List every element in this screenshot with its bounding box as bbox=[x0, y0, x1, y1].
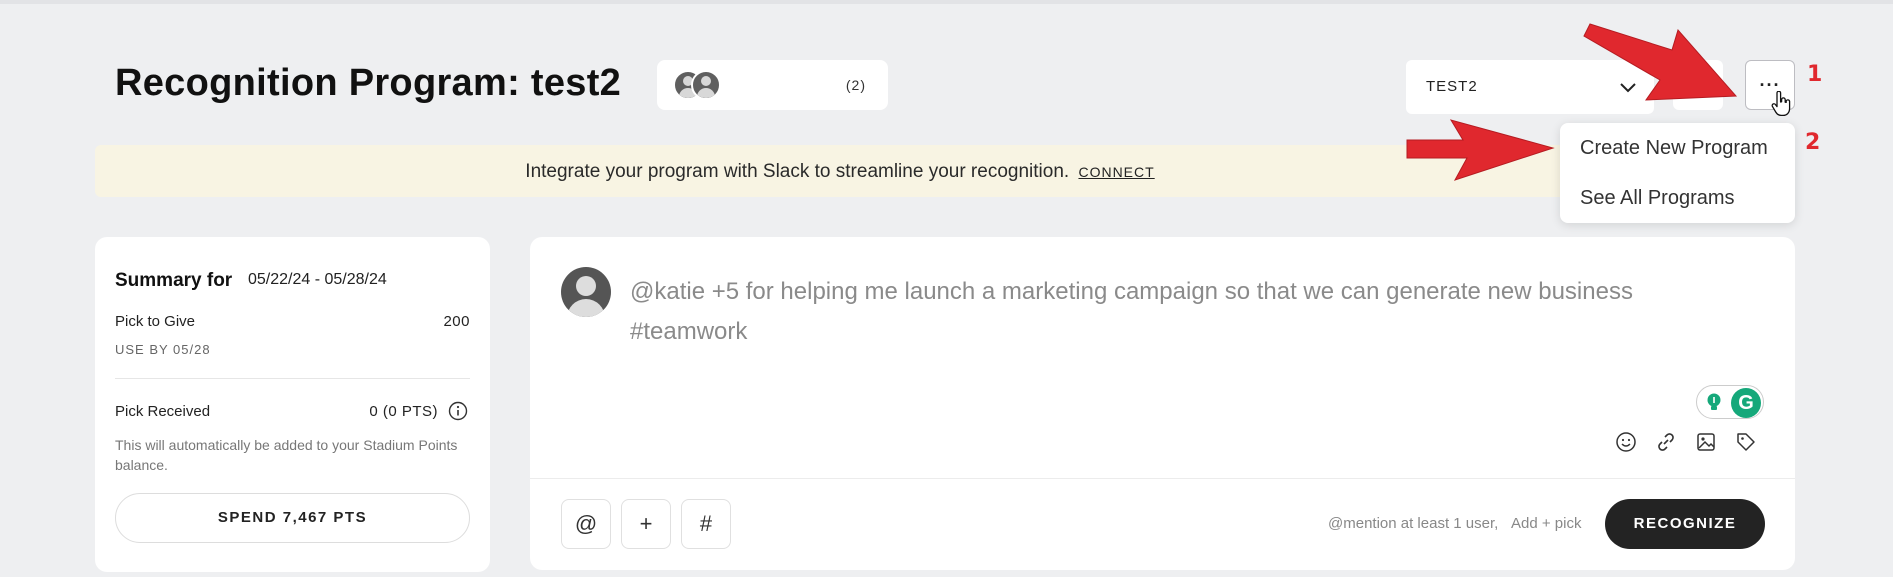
tag-icon[interactable] bbox=[1733, 429, 1759, 455]
annotation-arrow-1 bbox=[1583, 23, 1738, 101]
emoji-icon[interactable] bbox=[1613, 429, 1639, 455]
summary-date-range: 05/22/24 - 05/28/24 bbox=[248, 271, 387, 288]
spend-points-button[interactable]: SPEND 7,467 PTS bbox=[115, 493, 470, 543]
image-icon[interactable] bbox=[1693, 429, 1719, 455]
connect-link[interactable]: CONNECT bbox=[1078, 164, 1154, 180]
hand-cursor-icon bbox=[1771, 91, 1791, 117]
hashtag-button[interactable]: # bbox=[681, 499, 731, 549]
summary-card: Summary for 05/22/24 - 05/28/24 Pick to … bbox=[95, 237, 490, 572]
annotation-number-1: 1 bbox=[1807, 62, 1823, 87]
grammarly-widget[interactable]: G bbox=[1696, 385, 1764, 419]
top-border bbox=[0, 0, 1893, 4]
banner-message: Integrate your program with Slack to str… bbox=[525, 161, 1070, 182]
give-label: Pick to Give bbox=[115, 313, 196, 330]
page-title: Recognition Program: test2 bbox=[115, 62, 622, 104]
compose-input[interactable]: @katie +5 for helping me launch a market… bbox=[630, 272, 1750, 352]
give-value: 200 bbox=[443, 313, 470, 330]
use-by-date: USE BY 05/28 bbox=[115, 342, 211, 357]
options-dropdown-menu: Create New Program See All Programs bbox=[1560, 123, 1795, 223]
members-count: (2) bbox=[845, 77, 866, 93]
lightbulb-icon bbox=[1701, 389, 1727, 415]
menu-item-create-new-program[interactable]: Create New Program bbox=[1580, 137, 1768, 160]
add-points-button[interactable]: + bbox=[621, 499, 671, 549]
menu-item-see-all-programs[interactable]: See All Programs bbox=[1580, 187, 1735, 210]
pick-hint: Add + pick bbox=[1511, 515, 1582, 532]
members-button[interactable]: (2) bbox=[657, 60, 888, 110]
recognition-composer: @katie +5 for helping me launch a market… bbox=[530, 237, 1795, 570]
received-value: 0 (0 PTS) bbox=[369, 403, 438, 420]
composer-divider bbox=[530, 478, 1795, 479]
annotation-arrow-2 bbox=[1406, 119, 1555, 181]
divider bbox=[115, 378, 470, 379]
recognize-button[interactable]: RECOGNIZE bbox=[1605, 499, 1765, 549]
annotation-number-2: 2 bbox=[1805, 130, 1821, 155]
info-icon[interactable] bbox=[448, 401, 468, 421]
mention-button[interactable]: @ bbox=[561, 499, 611, 549]
user-avatar bbox=[561, 267, 611, 317]
grammarly-logo-icon: G bbox=[1731, 388, 1761, 418]
summary-note: This will automatically be added to your… bbox=[115, 437, 458, 473]
summary-title: Summary for bbox=[115, 270, 233, 291]
program-select-value: TEST2 bbox=[1426, 78, 1478, 95]
banner-text-container: Integrate your program with Slack to str… bbox=[95, 161, 1585, 183]
link-icon[interactable] bbox=[1653, 429, 1679, 455]
received-label: Pick Received bbox=[115, 403, 211, 420]
member-avatar bbox=[691, 70, 721, 100]
mention-hint: @mention at least 1 user, bbox=[1328, 515, 1499, 532]
